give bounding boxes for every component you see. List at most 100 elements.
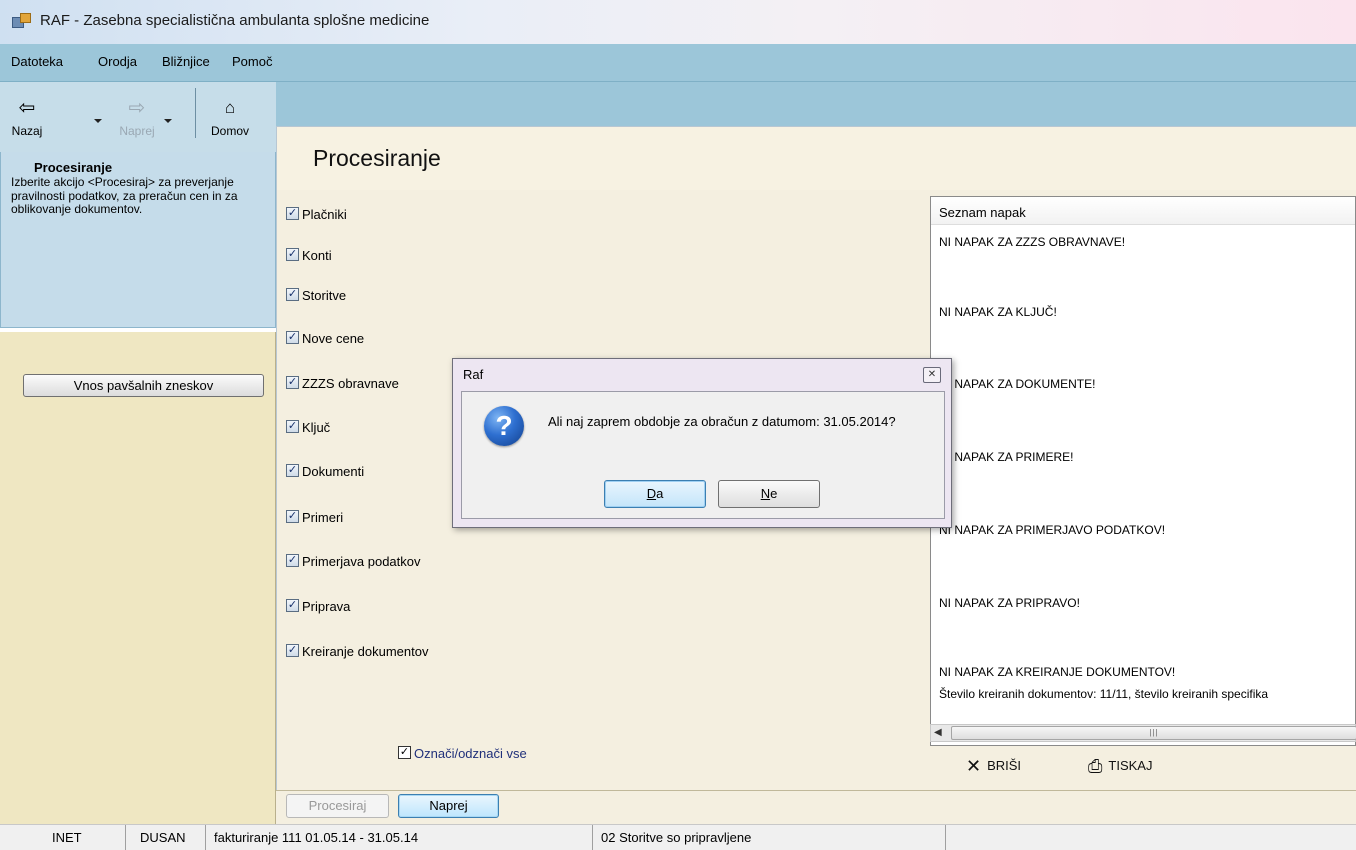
home-icon: ⌂ (224, 98, 236, 117)
back-label: Nazaj (11, 124, 43, 138)
checkbox-placniki[interactable]: ✓ Plačniki (286, 206, 347, 224)
no-button[interactable]: Ne (718, 480, 820, 508)
forward-button[interactable]: ⇨ Naprej (112, 97, 172, 138)
checkbox-nove-cene[interactable]: ✓ Nove cene (286, 330, 364, 348)
checkbox-kreiranje-dokumentov[interactable]: ✓ Kreiranje dokumentov (286, 643, 428, 661)
status-cell-message: 02 Storitve so pripravljene (593, 825, 946, 850)
status-cell-period: fakturiranje 111 01.05.14 - 31.05.14 (206, 825, 593, 850)
checkbox-priprava[interactable]: ✓ Priprava (286, 598, 350, 616)
home-button[interactable]: ⌂ Domov (202, 97, 258, 138)
naprej-button[interactable]: Naprej (398, 794, 499, 818)
brisi-button[interactable]: ✕ BRIŠI (966, 756, 1021, 777)
checkbox-icon[interactable]: ✓ (286, 376, 299, 390)
checkbox-icon[interactable]: ✓ (398, 746, 411, 760)
checkbox-label: Plačniki (302, 207, 347, 223)
scroll-left-icon[interactable]: ◀ (934, 727, 942, 738)
checkbox-zzzs-obravnave[interactable]: ✓ ZZZS obravnave (286, 375, 399, 393)
checkbox-label: Konti (302, 248, 332, 264)
error-line: NI NAPAK ZA KREIRANJE DOKUMENTOV! (939, 665, 1176, 679)
error-line: NI NAPAK ZA ZZZS OBRAVNAVE! (939, 235, 1126, 249)
select-all-checkbox[interactable]: ✓ Označi/odznači vse (398, 745, 527, 761)
page-title: Procesiranje (313, 145, 441, 171)
arrow-left-icon: ⇦ (18, 97, 36, 119)
checkbox-icon[interactable]: ✓ (286, 207, 299, 221)
error-line: Število kreiranih dokumentov: 11/11, šte… (939, 687, 1269, 701)
scrollbar-thumb[interactable]: ||| (951, 726, 1356, 740)
menu-orodja[interactable]: Orodja (98, 54, 137, 69)
checkbox-primeri[interactable]: ✓ Primeri (286, 509, 343, 527)
checkbox-icon[interactable]: ✓ (286, 331, 299, 345)
left-panel-title: Procesiranje (34, 160, 113, 175)
menu-bar: Datoteka Orodja Bližnjice Pomoč (0, 44, 1356, 82)
error-actions: ✕ BRIŠI ⎙ TISKAJ (930, 748, 1356, 788)
tiskaj-label: TISKAJ (1108, 757, 1153, 773)
checkbox-dokumenti[interactable]: ✓ Dokumenti (286, 463, 364, 481)
checkbox-icon[interactable]: ✓ (286, 554, 299, 568)
title-bar: RAF - Zasebna specialistična ambulanta s… (0, 0, 1356, 44)
forward-dropdown-icon[interactable] (164, 119, 172, 123)
select-all-label: Označi/odznači vse (414, 746, 527, 762)
status-bar: INET DUSAN fakturiranje 111 01.05.14 - 3… (0, 824, 1356, 850)
back-dropdown-icon[interactable] (94, 119, 102, 123)
horizontal-scrollbar[interactable]: ◀ ||| (930, 724, 1356, 742)
close-icon: ✕ (966, 756, 982, 776)
checkbox-label: Dokumenti (302, 464, 365, 480)
vnos-pavsalnih-zneskov-button[interactable]: Vnos pavšalnih zneskov (23, 374, 264, 397)
error-line: NI NAPAK ZA DOKUMENTE! (939, 377, 1096, 391)
error-line: NI NAPAK ZA PRIMERJAVO PODATKOV! (939, 523, 1166, 537)
left-action-panel: Vnos pavšalnih zneskov (0, 332, 276, 824)
window-title: RAF - Zasebna specialistična ambulanta s… (40, 12, 430, 29)
brisi-label: BRIŠI (987, 757, 1022, 773)
checkbox-icon[interactable]: ✓ (286, 420, 299, 434)
checkbox-icon[interactable]: ✓ (286, 288, 299, 302)
checkbox-label: Kreiranje dokumentov (302, 644, 429, 660)
menu-bliznjice[interactable]: Bližnjice (162, 54, 210, 69)
error-list-header: Seznam napak (931, 197, 1355, 225)
procesiraj-button[interactable]: Procesiraj (286, 794, 389, 818)
yes-label: a (656, 486, 664, 501)
yes-button[interactable]: Da (604, 480, 706, 508)
checkbox-storitve[interactable]: ✓ Storitve (286, 287, 346, 305)
dialog-message: Ali naj zaprem obdobje za obračun z datu… (548, 414, 896, 429)
confirm-dialog: Raf ✕ ? Ali naj zaprem obdobje za obraču… (452, 358, 952, 528)
arrow-right-icon: ⇨ (128, 97, 146, 119)
checkbox-kljuc[interactable]: ✓ Ključ (286, 419, 330, 437)
error-line: NI NAPAK ZA KLJUČ! (939, 305, 1057, 319)
main-header: Procesiranje (276, 126, 1356, 190)
checkbox-icon[interactable]: ✓ (286, 644, 299, 658)
dialog-title: Raf (463, 367, 484, 382)
checkbox-label: Primerjava podatkov (302, 554, 421, 570)
close-icon[interactable]: ✕ (923, 367, 941, 383)
checkbox-icon[interactable]: ✓ (286, 510, 299, 524)
checkbox-icon[interactable]: ✓ (286, 248, 299, 262)
left-info-panel: Procesiranje Izberite akcijo <Procesiraj… (0, 152, 276, 328)
tiskaj-button[interactable]: ⎙ TISKAJ (1088, 756, 1152, 777)
error-line: NI NAPAK ZA PRIMERE! (939, 450, 1074, 464)
status-cell-connection: INET (8, 825, 126, 850)
checkbox-konti[interactable]: ✓ Konti (286, 247, 332, 265)
checkbox-label: Storitve (302, 288, 347, 304)
status-cell-user: DUSAN (126, 825, 206, 850)
menu-datoteka[interactable]: Datoteka (11, 54, 63, 69)
menu-pomoc[interactable]: Pomoč (232, 54, 272, 69)
dialog-body: ? Ali naj zaprem obdobje za obračun z da… (461, 391, 945, 519)
checkbox-icon[interactable]: ✓ (286, 599, 299, 613)
error-line: NI NAPAK ZA PRIPRAVO! (939, 596, 1080, 610)
printer-icon: ⎙ (1088, 756, 1103, 776)
no-label: e (770, 486, 778, 501)
checkbox-label: Nove cene (302, 331, 365, 347)
error-list[interactable]: Seznam napak NI NAPAK ZA ZZZS OBRAVNAVE!… (930, 196, 1356, 746)
checkbox-primerjava-podatkov[interactable]: ✓ Primerjava podatkov (286, 553, 421, 571)
toolbar-separator (195, 88, 196, 138)
home-label: Domov (210, 124, 249, 138)
app-icon (12, 13, 32, 29)
yes-accelerator: D (646, 486, 657, 501)
back-button[interactable]: ⇦ Nazaj (4, 97, 102, 138)
forward-label: Naprej (119, 124, 155, 138)
checkbox-label: ZZZS obravnave (302, 376, 399, 392)
checkbox-label: Primeri (302, 510, 344, 526)
left-panel-description: Izberite akcijo <Procesiraj> za preverja… (11, 175, 238, 216)
checkbox-label: Ključ (302, 420, 331, 436)
checkbox-icon[interactable]: ✓ (286, 464, 299, 478)
checkbox-label: Priprava (302, 599, 351, 615)
